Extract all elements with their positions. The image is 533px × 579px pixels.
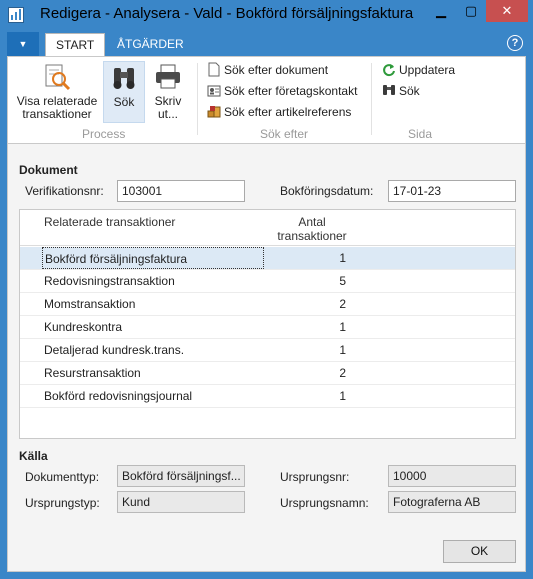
origin-type-label: Ursprungstyp: — [25, 496, 100, 510]
window-title: Redigera - Analysera - Vald - Bokförd fö… — [40, 5, 414, 22]
app-chart-icon — [8, 7, 24, 23]
origin-no-field: 10000 — [388, 465, 516, 487]
table-row[interactable]: Kundreskontra 1 — [20, 316, 515, 339]
verification-label: Verifikationsnr: — [25, 184, 104, 198]
group-separator — [371, 63, 372, 135]
find-button[interactable]: Sök — [103, 61, 145, 123]
document-icon — [208, 62, 220, 77]
grid-header: Relaterade transaktioner Antal transakti… — [20, 210, 515, 246]
group-label-process: Process — [82, 127, 126, 141]
table-row[interactable]: Bokförd redovisningsjournal 1 — [20, 385, 515, 408]
help-icon[interactable]: ? — [507, 35, 523, 51]
tab-start[interactable]: START — [45, 33, 106, 56]
origin-name-label: Ursprungsnamn: — [280, 496, 369, 510]
posting-date-field[interactable]: 17-01-23 — [388, 180, 516, 202]
app-menu-button[interactable]: ▼ — [7, 32, 39, 56]
table-row[interactable]: Detaljerad kundresk.trans. 1 — [20, 339, 515, 362]
ribbon-tabs: ▼ START ÅTGÄRDER ? — [7, 30, 526, 56]
show-related-label-2: transaktioner — [22, 107, 92, 121]
print-label-1: Skriv — [154, 94, 182, 108]
magnifier-document-icon — [45, 64, 71, 91]
row-name: Bokförd redovisningsjournal — [44, 389, 193, 403]
minimize-button[interactable]: ▁ — [426, 0, 456, 22]
title-bar: Redigera - Analysera - Vald - Bokförd fö… — [0, 0, 533, 30]
source-section-title: Källa — [19, 449, 48, 463]
show-related-transactions-button[interactable]: Visa relaterade transaktioner — [14, 61, 100, 121]
row-name: Redovisningstransaktion — [44, 274, 175, 288]
item-reference-icon — [207, 106, 221, 118]
close-button[interactable]: ✕ — [486, 0, 528, 22]
maximize-button[interactable]: ▢ — [456, 0, 486, 22]
table-row[interactable]: Redovisningstransaktion 5 — [20, 270, 515, 293]
binoculars-icon — [113, 68, 135, 89]
find-contact-label: Sök efter företagskontakt — [224, 84, 358, 98]
row-name: Bokförd försäljningsfaktura — [42, 247, 264, 269]
print-label-2: ut... — [157, 107, 178, 121]
verification-field[interactable]: 103001 — [117, 180, 245, 202]
find-item-reference-label: Sök efter artikelreferens — [224, 105, 352, 119]
find-label: Sök — [113, 95, 135, 109]
row-count: 1 — [339, 389, 346, 403]
posting-date-label: Bokföringsdatum: — [280, 184, 374, 198]
dialog-window: Redigera - Analysera - Vald - Bokförd fö… — [0, 0, 533, 579]
refresh-label: Uppdatera — [399, 63, 456, 77]
row-count: 1 — [339, 320, 346, 334]
tab-atgarder[interactable]: ÅTGÄRDER — [107, 33, 194, 56]
find-document-button[interactable]: Sök efter dokument — [207, 61, 328, 79]
content-area: Dokument Verifikationsnr: 103001 Bokföri… — [7, 144, 526, 572]
column-header-count[interactable]: Antal transaktioner — [262, 215, 362, 243]
column-header-count-line1: Antal — [298, 215, 326, 229]
binoculars-icon — [383, 85, 395, 95]
ribbon: Visa relaterade transaktioner Sök Skriv … — [7, 56, 526, 144]
column-header-related[interactable]: Relaterade transaktioner — [44, 215, 175, 229]
contact-card-icon — [207, 85, 221, 97]
origin-no-label: Ursprungsnr: — [280, 470, 350, 484]
refresh-icon — [383, 64, 395, 77]
printer-icon — [156, 64, 180, 89]
row-count: 2 — [339, 297, 346, 311]
origin-name-field: Fotograferna AB — [388, 491, 516, 513]
row-count: 5 — [339, 274, 346, 288]
row-name: Detaljerad kundresk.trans. — [44, 343, 185, 357]
doc-type-field: Bokförd försäljningsf... — [117, 465, 245, 487]
find-item-reference-button[interactable]: Sök efter artikelreferens — [207, 103, 351, 121]
row-name: Kundreskontra — [44, 320, 123, 334]
row-count: 2 — [339, 366, 346, 380]
table-row[interactable]: Momstransaktion 2 — [20, 293, 515, 316]
related-transactions-grid: Relaterade transaktioner Antal transakti… — [19, 209, 516, 439]
refresh-button[interactable]: Uppdatera — [382, 61, 455, 79]
show-related-label-1: Visa relaterade — [16, 94, 98, 108]
ok-button[interactable]: OK — [443, 540, 516, 563]
row-count: 1 — [339, 343, 346, 357]
row-name: Momstransaktion — [44, 297, 136, 311]
document-section-title: Dokument — [19, 163, 78, 177]
group-label-search: Sök efter — [260, 127, 309, 141]
page-find-label: Sök — [399, 84, 420, 98]
row-name: Resurstransaktion — [44, 366, 141, 380]
find-document-label: Sök efter dokument — [224, 63, 329, 77]
group-label-page: Sida — [408, 127, 433, 141]
table-row[interactable]: Bokförd försäljningsfaktura 1 — [20, 247, 515, 270]
table-row[interactable]: Resurstransaktion 2 — [20, 362, 515, 385]
group-separator — [197, 63, 198, 135]
doc-type-label: Dokumenttyp: — [25, 470, 100, 484]
page-find-button[interactable]: Sök — [382, 82, 420, 100]
column-header-count-line2: transaktioner — [277, 229, 347, 243]
origin-type-field: Kund — [117, 491, 245, 513]
find-contact-button[interactable]: Sök efter företagskontakt — [207, 82, 357, 100]
print-button[interactable]: Skriv ut... — [148, 61, 188, 121]
row-count: 1 — [339, 251, 346, 265]
